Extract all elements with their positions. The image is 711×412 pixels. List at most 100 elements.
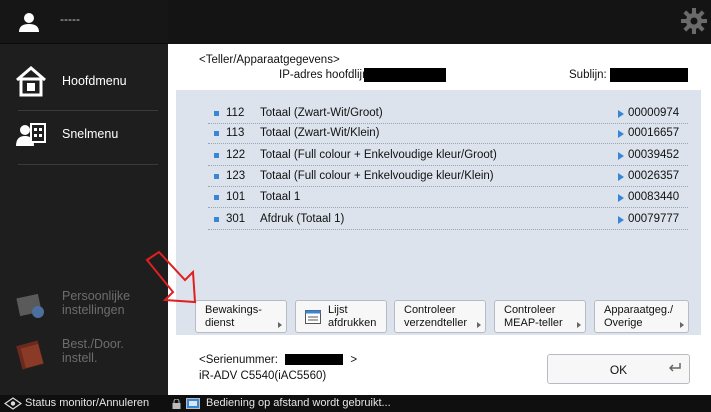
ip-main-label: IP-adres hoofdlijn: <box>279 69 372 81</box>
button-label-line1: Controleer <box>404 304 456 316</box>
corner-arrow-icon <box>477 322 481 328</box>
counter-value: 00079777 <box>628 213 680 225</box>
button-label-line1: Lijst <box>328 304 348 316</box>
model-name: iR-ADV C5540(iAC5560) <box>199 370 327 382</box>
bullet-icon <box>214 174 219 179</box>
sidebar-item-label-line1: Best./Door. <box>62 337 124 351</box>
remote-operation-icon <box>186 398 200 412</box>
bullet-icon <box>214 111 219 116</box>
counter-description: Totaal (Full colour + Enkelvoudige kleur… <box>260 170 494 182</box>
user-area[interactable]: ----- <box>0 0 168 44</box>
button-label-line2: dienst <box>205 317 235 329</box>
divider <box>18 110 158 111</box>
counter-panel: 112 Totaal (Zwart-Wit/Groot) 00000974 11… <box>176 90 701 335</box>
counter-number: 301 <box>226 213 246 225</box>
sidebar: ----- Hoofdmenu Snelmenu Persoonlijke in… <box>0 0 168 395</box>
status-bar: Status monitor/Annuleren Bediening op af… <box>0 395 711 412</box>
list-icon <box>305 310 321 329</box>
status-monitor-icon <box>3 397 23 412</box>
annotation-arrow-icon <box>145 250 205 311</box>
folder-icon <box>14 337 48 371</box>
counter-description: Totaal (Zwart-Wit/Groot) <box>260 107 383 119</box>
sidebar-item-personal-settings: Persoonlijke instellingen <box>0 282 168 326</box>
personal-settings-icon <box>14 288 48 322</box>
counter-value: 00083440 <box>628 191 680 203</box>
ok-button[interactable]: OK <box>547 354 690 384</box>
bullet-icon <box>214 195 219 200</box>
counter-number: 123 <box>226 170 246 182</box>
serial-suffix: > <box>350 354 358 366</box>
counter-value: 00000974 <box>628 107 680 119</box>
check-meap-counter-button[interactable]: Controleer MEAP-teller <box>494 300 586 333</box>
counter-value: 00016657 <box>628 127 680 139</box>
sidebar-item-folder-settings: Best./Door. instell. <box>0 331 168 375</box>
counter-row: 113 Totaal (Zwart-Wit/Klein) 00016657 <box>208 124 688 144</box>
user-name: ----- <box>60 12 80 26</box>
page-title: <Teller/Apparaatgegevens> <box>199 54 340 66</box>
enter-arrow-icon <box>668 359 681 377</box>
check-send-counter-button[interactable]: Controleer verzendteller <box>394 300 486 333</box>
counter-row: 112 Totaal (Zwart-Wit/Groot) 00000974 <box>208 104 688 124</box>
redacted-serial <box>285 354 344 366</box>
bullet-icon <box>214 217 219 222</box>
button-label-line1: Apparaatgeg./ <box>604 304 674 316</box>
counter-row: 123 Totaal (Full colour + Enkelvoudige k… <box>208 167 688 187</box>
counter-description: Totaal (Full colour + Enkelvoudige kleur… <box>260 149 497 161</box>
bullet-icon <box>214 131 219 136</box>
counter-number: 113 <box>226 127 245 139</box>
button-label-line2: afdrukken <box>328 317 377 329</box>
device-info-button[interactable]: Apparaatgeg./ Overige <box>594 300 689 333</box>
home-icon <box>14 64 48 98</box>
user-icon <box>18 12 40 37</box>
counter-number: 101 <box>226 191 246 203</box>
button-label-line2: Overige <box>604 317 643 329</box>
lock-icon <box>172 398 181 412</box>
quick-menu-icon <box>14 118 48 152</box>
counter-description: Afdruk (Totaal 1) <box>260 213 345 225</box>
play-arrow-icon <box>618 152 624 160</box>
button-label-line2: MEAP-teller <box>504 317 563 329</box>
monitoring-service-button[interactable]: Bewakings- dienst <box>195 300 287 333</box>
bullet-icon <box>214 153 219 158</box>
sidebar-item-label-line2: instell. <box>62 351 98 365</box>
counter-number: 112 <box>226 107 245 119</box>
counter-description: Totaal (Zwart-Wit/Klein) <box>260 127 380 139</box>
serial-prefix: <Serienummer: <box>199 354 278 366</box>
print-list-button[interactable]: Lijst afdrukken <box>295 300 387 333</box>
sidebar-item-label-line2: instellingen <box>62 303 125 317</box>
sidebar-item-quick-menu[interactable]: Snelmenu <box>0 112 168 156</box>
play-arrow-icon <box>618 194 624 202</box>
sidebar-item-label: Snelmenu <box>62 127 119 141</box>
counter-row: 301 Afdruk (Totaal 1) 00079777 <box>208 210 688 230</box>
button-label-line1: Bewakings- <box>205 304 262 316</box>
counter-row: 122 Totaal (Full colour + Enkelvoudige k… <box>208 146 688 166</box>
corner-arrow-icon <box>577 322 581 328</box>
gear-icon[interactable] <box>681 8 707 39</box>
counter-value: 00039452 <box>628 149 680 161</box>
sidebar-item-home[interactable]: Hoofdmenu <box>0 58 168 102</box>
play-arrow-icon <box>618 173 624 181</box>
counter-screen: <Teller/Apparaatgegevens> IP-adres hoofd… <box>168 44 711 395</box>
divider <box>18 164 158 165</box>
play-arrow-icon <box>618 216 624 224</box>
ok-button-label: OK <box>609 363 628 377</box>
top-bar <box>168 0 711 44</box>
play-arrow-icon <box>618 130 624 138</box>
button-label-line2: verzendteller <box>404 317 467 329</box>
counter-value: 00026357 <box>628 170 680 182</box>
corner-arrow-icon <box>680 322 684 328</box>
corner-arrow-icon <box>278 322 282 328</box>
counter-row: 101 Totaal 1 00083440 <box>208 188 688 208</box>
counter-number: 122 <box>226 149 246 161</box>
redacted-ip <box>364 68 446 82</box>
status-monitor-label: Status monitor/Annuleren <box>25 397 150 409</box>
subline-label: Sublijn: <box>569 69 607 81</box>
redacted-subline <box>610 68 688 82</box>
counter-description: Totaal 1 <box>260 191 301 203</box>
status-message-text: Bediening op afstand wordt gebruikt... <box>206 397 391 409</box>
sidebar-item-label-line1: Persoonlijke <box>62 289 131 303</box>
serial-number-line: <Serienummer: > <box>199 354 357 366</box>
button-label-line1: Controleer <box>504 304 556 316</box>
sidebar-item-label: Hoofdmenu <box>62 74 127 88</box>
play-arrow-icon <box>618 110 624 118</box>
